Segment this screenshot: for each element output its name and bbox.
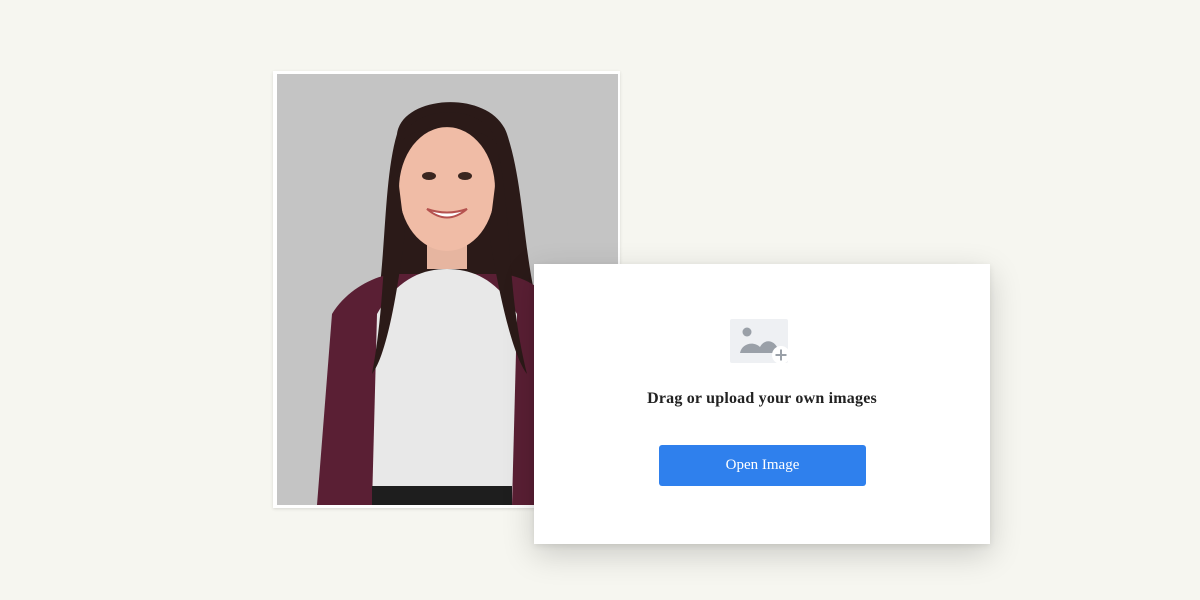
upload-instruction: Drag or upload your own images xyxy=(647,390,877,407)
open-image-button[interactable]: Open Image xyxy=(659,445,866,486)
add-image-icon[interactable] xyxy=(730,319,792,369)
upload-panel[interactable]: Drag or upload your own images Open Imag… xyxy=(534,264,990,544)
